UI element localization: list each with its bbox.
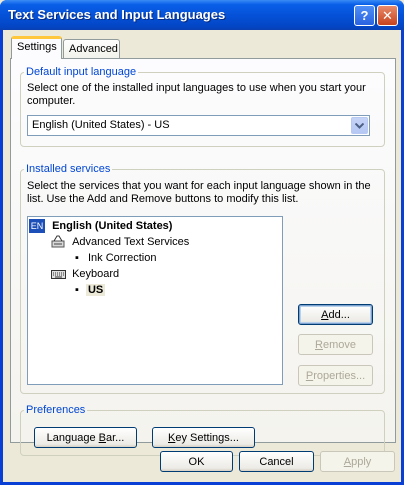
help-icon: ? bbox=[360, 8, 369, 23]
apply-button[interactable]: Apply bbox=[320, 451, 395, 472]
default-language-description-line2: computer. bbox=[27, 95, 76, 107]
language-bar-button-label-prefix: Language bbox=[46, 431, 99, 444]
tree-item-label: US bbox=[85, 284, 106, 296]
apply-button-label: pply bbox=[351, 455, 372, 468]
key-settings-button-label: ey Settings... bbox=[175, 431, 239, 444]
key-settings-button-mnemonic: K bbox=[168, 431, 176, 444]
services-tree[interactable]: EN English (United States) Advanced Text… bbox=[27, 216, 283, 385]
installed-services-description-line1: Select the services that you want for ea… bbox=[27, 180, 371, 192]
preferences-legend: Preferences bbox=[26, 404, 86, 416]
dialog-window: Text Services and Input Languages ? ✕ Se… bbox=[0, 0, 404, 485]
installed-services-description-line2: list. Use the Add and Remove buttons to … bbox=[27, 193, 299, 205]
default-language-select-value: English (United States) - US bbox=[32, 119, 170, 131]
tree-category-advanced-text-services[interactable]: Advanced Text Services bbox=[51, 235, 189, 249]
title-bar[interactable]: Text Services and Input Languages ? ✕ bbox=[0, 0, 404, 30]
default-input-language-legend: Default input language bbox=[26, 66, 137, 78]
add-button-label: dd... bbox=[328, 308, 350, 321]
remove-button-mnemonic: R bbox=[315, 338, 323, 351]
chevron-down-icon[interactable] bbox=[351, 117, 368, 134]
close-icon: ✕ bbox=[382, 8, 393, 23]
apply-button-mnemonic: A bbox=[343, 455, 352, 468]
cancel-button[interactable]: Cancel bbox=[239, 451, 314, 472]
tab-advanced[interactable]: Advanced bbox=[63, 39, 120, 60]
installed-services-legend: Installed services bbox=[26, 163, 111, 175]
default-language-description-line1: Select one of the installed input langua… bbox=[27, 82, 366, 94]
tree-category-label: Keyboard bbox=[72, 268, 120, 280]
tab-settings[interactable]: Settings bbox=[11, 36, 62, 59]
dialog-client-area: Settings Advanced Default input language… bbox=[3, 30, 401, 482]
settings-tab-panel: Default input language Select one of the… bbox=[10, 58, 396, 456]
bullet-icon: ▪ bbox=[75, 284, 79, 296]
language-bar-button-label: ar... bbox=[106, 431, 125, 444]
tree-item-ink-correction[interactable]: ▪ Ink Correction bbox=[75, 251, 156, 265]
language-bar-button-mnemonic: B bbox=[98, 431, 106, 444]
tree-category-keyboard[interactable]: Keyboard bbox=[51, 267, 119, 281]
tree-category-label: Advanced Text Services bbox=[72, 236, 190, 248]
close-button[interactable]: ✕ bbox=[377, 5, 398, 26]
key-settings-button[interactable]: Key Settings... bbox=[152, 427, 255, 448]
tab-advanced-label: Advanced bbox=[69, 43, 118, 55]
language-badge-icon: EN bbox=[29, 219, 45, 233]
properties-button[interactable]: Properties... bbox=[298, 365, 373, 386]
tab-settings-label: Settings bbox=[17, 41, 57, 53]
ok-button-label: OK bbox=[188, 455, 205, 468]
window-title: Text Services and Input Languages bbox=[8, 7, 226, 22]
cancel-button-label: Cancel bbox=[259, 455, 294, 468]
properties-button-mnemonic: P bbox=[305, 369, 314, 382]
tree-item-us[interactable]: ▪ US bbox=[75, 283, 106, 297]
tree-item-label: Ink Correction bbox=[87, 252, 157, 264]
keyboard-icon bbox=[51, 267, 66, 280]
tree-language-label: English (United States) bbox=[52, 220, 173, 232]
text-services-icon bbox=[51, 235, 66, 248]
remove-button-label: emove bbox=[322, 338, 356, 351]
default-language-select[interactable]: English (United States) - US bbox=[27, 115, 370, 136]
add-button-mnemonic: A bbox=[321, 308, 329, 321]
language-bar-button[interactable]: Language Bar... bbox=[34, 427, 137, 448]
tree-language-row[interactable]: EN English (United States) bbox=[29, 219, 172, 233]
add-button[interactable]: Add... bbox=[298, 304, 373, 325]
ok-button[interactable]: OK bbox=[160, 451, 233, 472]
bullet-icon: ▪ bbox=[75, 252, 79, 264]
help-button[interactable]: ? bbox=[354, 5, 375, 26]
remove-button[interactable]: Remove bbox=[298, 334, 373, 355]
properties-button-label: roperties... bbox=[313, 369, 366, 382]
